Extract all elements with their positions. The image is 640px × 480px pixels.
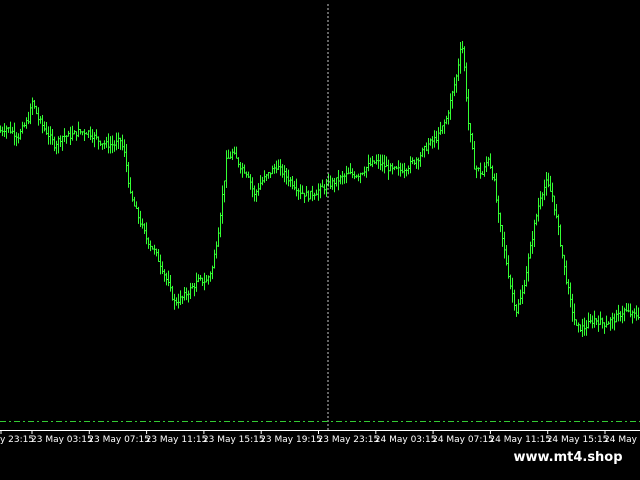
price-chart[interactable]: y 23:1523 May 03:1523 May 07:1523 May 11… [0, 0, 640, 480]
x-tick-label: 23 May 19:15 [260, 435, 322, 445]
x-tick-label: 23 May 15:15 [203, 435, 265, 445]
x-tick-label: 24 May 03:15 [375, 435, 437, 445]
x-tick-label: 23 May 07:15 [88, 435, 150, 445]
x-tick-label: 23 May 23:15 [318, 435, 380, 445]
chart-background [0, 0, 640, 480]
x-tick-label: 23 May 11:15 [146, 435, 208, 445]
x-tick-label: y 23:15 [0, 435, 34, 445]
x-tick-label: 24 May 07:15 [432, 435, 494, 445]
watermark-label: www.mt4.shop [496, 444, 640, 472]
x-tick-label: 23 May 03:15 [31, 435, 93, 445]
chart-area[interactable]: y 23:15 23 May 03:15 23 May 07:15 23 May 11… [0, 0, 640, 480]
